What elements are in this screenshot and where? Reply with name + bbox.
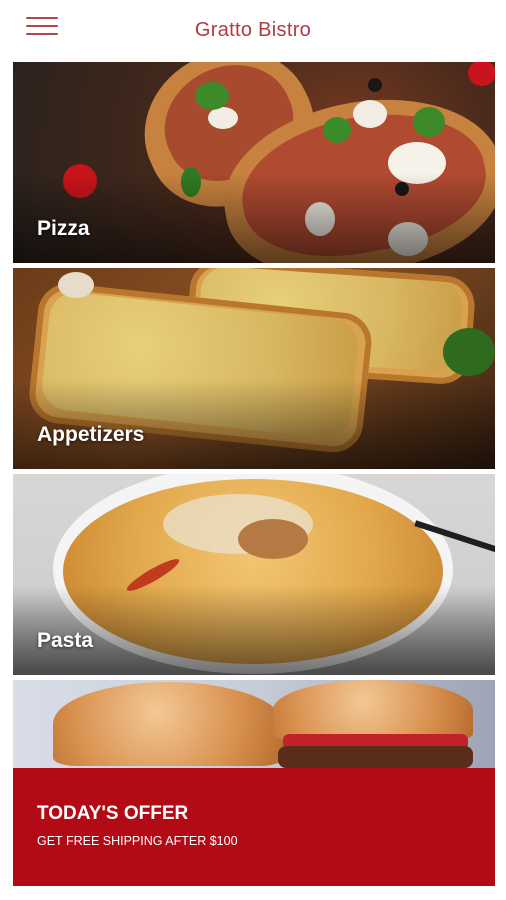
category-label: Pasta (37, 629, 94, 652)
category-label: Pizza (37, 217, 90, 240)
category-card-appetizers[interactable]: Appetizers (13, 268, 495, 469)
todays-offer-banner[interactable]: TODAY'S OFFER GET FREE SHIPPING AFTER $1… (13, 680, 495, 886)
top-app-bar: Gratto Bistro (0, 0, 506, 62)
offer-subtitle: GET FREE SHIPPING AFTER $100 (37, 834, 238, 848)
category-label: Appetizers (37, 423, 145, 446)
category-card-pizza[interactable]: Pizza (13, 62, 495, 263)
offer-title: TODAY'S OFFER (37, 803, 189, 824)
burger-photo (13, 680, 495, 768)
offer-band: TODAY'S OFFER GET FREE SHIPPING AFTER $1… (13, 768, 495, 886)
app-title: Gratto Bistro (194, 19, 312, 41)
category-list: Pizza Appetizers Pasta TODAY'S OFFER GET… (13, 62, 495, 886)
category-card-pasta[interactable]: Pasta (13, 474, 495, 675)
